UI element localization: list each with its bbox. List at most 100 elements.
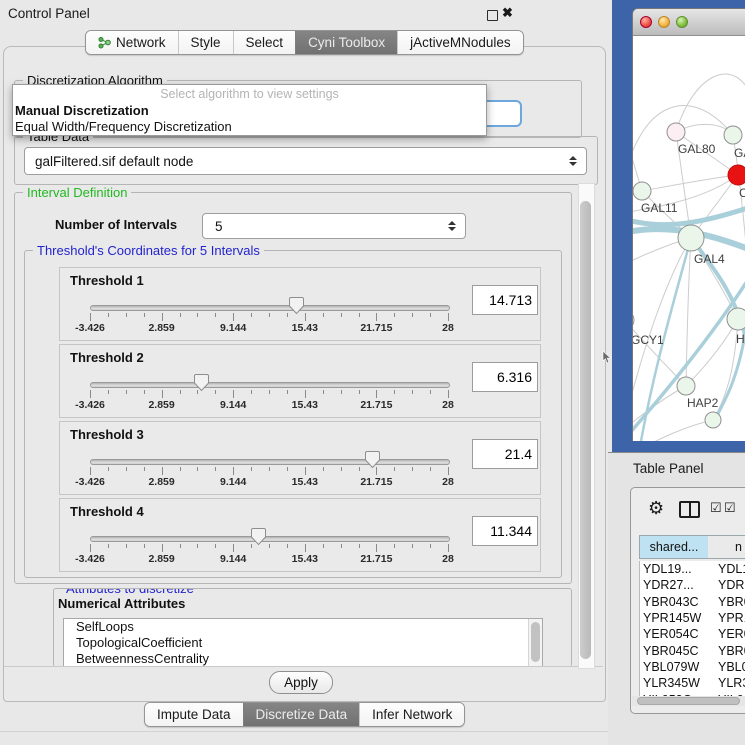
slider-tick xyxy=(448,544,449,552)
table-header-row: shared... n xyxy=(631,535,745,561)
tab-label: jActiveMNodules xyxy=(410,35,511,50)
slider-tick xyxy=(323,544,324,548)
cell-name: YPR1 xyxy=(718,610,745,626)
slider-tick xyxy=(162,390,163,398)
attribute-item-betweennesscentrality[interactable]: BetweennessCentrality xyxy=(64,651,542,667)
threshold-1-slider[interactable]: -3.4262.8599.14415.4321.71528 xyxy=(90,298,448,338)
gear-icon[interactable]: ⚙ xyxy=(648,499,664,517)
cell-shared-name: YBL079W xyxy=(640,659,718,675)
slider-tick xyxy=(305,467,306,475)
table-row[interactable]: YBL079WYBL0 xyxy=(640,659,745,675)
slider-track[interactable] xyxy=(90,382,450,388)
slider-tick xyxy=(412,390,413,394)
network-node-hap2[interactable] xyxy=(677,377,695,395)
float-window-icon[interactable] xyxy=(487,10,498,21)
table-row[interactable]: YBR045CYBR0 xyxy=(640,643,745,659)
zoom-traffic-light[interactable] xyxy=(676,16,688,28)
threshold-value-field[interactable] xyxy=(472,362,538,392)
slider-track[interactable] xyxy=(90,459,450,465)
threshold-value-field[interactable] xyxy=(472,285,538,315)
network-node-gcy1[interactable] xyxy=(633,310,634,330)
slider-tick xyxy=(430,390,431,394)
tab-label: Infer Network xyxy=(372,707,452,722)
network-node-h[interactable] xyxy=(727,308,745,330)
slider-tick xyxy=(341,544,342,548)
slider-tick-label: 9.144 xyxy=(220,399,246,411)
threshold-value-field[interactable] xyxy=(472,439,538,469)
network-node-c[interactable] xyxy=(728,165,745,185)
table-horizontal-scrollbar[interactable] xyxy=(632,696,745,706)
network-edge xyxy=(633,115,642,191)
slider-tick xyxy=(162,313,163,321)
network-node-label: GAL4 xyxy=(694,252,725,266)
slider-track[interactable] xyxy=(90,305,450,311)
table-row[interactable]: YBR043CYBR0 xyxy=(640,594,745,610)
slider-tick xyxy=(233,390,234,398)
cell-name: YDL1 xyxy=(718,561,745,577)
numerical-attributes-list[interactable]: SelfLoopsTopologicalCoefficientBetweenne… xyxy=(63,618,543,667)
tab-label: Cyni Toolbox xyxy=(308,35,385,50)
slider-handle[interactable] xyxy=(288,296,305,315)
cell-shared-name: YPR145W xyxy=(640,610,718,626)
slider-tick xyxy=(376,313,377,321)
checkbox-icon[interactable]: ☑ xyxy=(724,500,736,516)
table-row[interactable]: YDL19...YDL1 xyxy=(640,561,745,577)
attribute-item-selfloops[interactable]: SelfLoops xyxy=(64,619,542,635)
number-of-intervals-combobox[interactable]: 5 xyxy=(202,213,466,239)
settings-scrollbar[interactable] xyxy=(578,183,595,669)
network-edge xyxy=(676,74,745,132)
slider-tick-label: 9.144 xyxy=(220,476,246,488)
slider-tick-label: 15.43 xyxy=(292,553,318,565)
column-header-name[interactable]: n xyxy=(708,535,745,559)
threshold-value-field[interactable] xyxy=(472,516,538,546)
threshold-3-slider[interactable]: -3.4262.8599.14415.4321.71528 xyxy=(90,452,448,492)
network-node-item[interactable] xyxy=(705,412,721,428)
checkbox-icon[interactable]: ☑ xyxy=(710,500,722,516)
network-canvas[interactable]: GAL80GACGAL11GAL4GCY1HHAP2 xyxy=(633,35,745,441)
table-row[interactable]: YPR145WYPR1 xyxy=(640,610,745,626)
number-of-intervals-label: Number of Intervals xyxy=(55,217,177,232)
tab-infer-network[interactable]: Infer Network xyxy=(359,703,464,726)
close-icon[interactable]: ✖ xyxy=(502,5,513,21)
tab-discretize-data[interactable]: Discretize Data xyxy=(243,703,360,726)
table-row[interactable]: YDR27...YDR2 xyxy=(640,577,745,593)
network-node-gal11[interactable] xyxy=(633,182,651,200)
slider-handle[interactable] xyxy=(364,450,381,469)
slider-handle[interactable] xyxy=(250,527,267,546)
tab-jactivemnodules[interactable]: jActiveMNodules xyxy=(397,31,523,54)
menu-item-manual-discretization[interactable]: Manual Discretization xyxy=(13,103,486,119)
table-row[interactable]: YER054CYER0 xyxy=(640,626,745,642)
slider-track[interactable] xyxy=(90,536,450,542)
minimize-traffic-light[interactable] xyxy=(658,16,670,28)
network-node-gal80[interactable] xyxy=(667,123,685,141)
network-window-titlebar[interactable] xyxy=(633,9,745,36)
network-node-gal4[interactable] xyxy=(678,225,704,251)
tab-cyni-toolbox[interactable]: Cyni Toolbox xyxy=(295,31,397,54)
slider-tick xyxy=(197,467,198,471)
slider-tick-label: 28 xyxy=(442,399,454,411)
attributes-list-scrollbar[interactable] xyxy=(528,619,542,667)
threshold-4-slider[interactable]: -3.4262.8599.14415.4321.71528 xyxy=(90,529,448,569)
threshold-2-slider[interactable]: -3.4262.8599.14415.4321.71528 xyxy=(90,375,448,415)
attribute-item-topologicalcoefficient[interactable]: TopologicalCoefficient xyxy=(64,635,542,651)
tab-style[interactable]: Style xyxy=(178,31,233,54)
slider-tick xyxy=(180,467,181,471)
tab-impute-data[interactable]: Impute Data xyxy=(145,703,243,726)
table-data-combobox[interactable]: galFiltered.sif default node xyxy=(24,147,587,175)
slider-handle[interactable] xyxy=(193,373,210,392)
tab-select[interactable]: Select xyxy=(233,31,296,54)
close-traffic-light[interactable] xyxy=(640,16,652,28)
cell-shared-name: YER054C xyxy=(640,626,718,642)
menu-item-equal-width-frequency[interactable]: Equal Width/Frequency Discretization xyxy=(13,119,486,135)
threshold-label: Threshold 1 xyxy=(70,273,144,288)
apply-button[interactable]: Apply xyxy=(269,671,333,694)
slider-tick-label: 15.43 xyxy=(292,476,318,488)
split-columns-icon[interactable] xyxy=(679,501,700,518)
network-node-ga[interactable] xyxy=(724,126,742,144)
column-header-shared-name[interactable]: shared... xyxy=(639,535,709,559)
network-edge xyxy=(642,175,738,191)
slider-tick xyxy=(90,544,91,552)
tab-network[interactable]: Network xyxy=(86,31,178,54)
table-row[interactable]: YLR345WYLR3 xyxy=(640,675,745,691)
slider-tick xyxy=(233,544,234,552)
